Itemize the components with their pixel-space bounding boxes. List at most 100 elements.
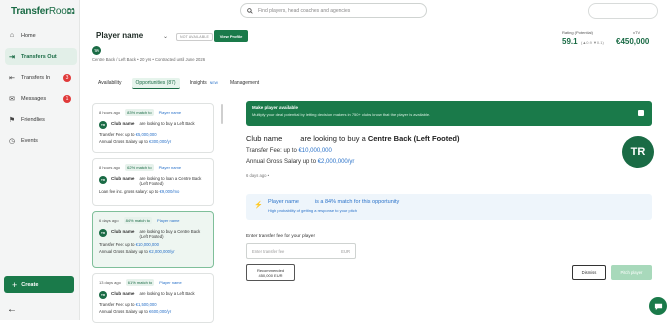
back-arrow-icon[interactable]: ← (7, 304, 17, 315)
opportunity-card[interactable]: 8 hours ago 62% match to Player name TR Clu… (92, 158, 214, 206)
banner-title: Make player available (252, 105, 299, 110)
card-line-label: Transfer Fee: up to (99, 242, 136, 247)
card-line-value: €1,500,000 (135, 302, 157, 307)
bolt-icon: ⚡ (254, 202, 263, 209)
app-logo[interactable]: TransferRoom (11, 6, 75, 17)
tab-bar: Availability Opportunities (87) Insights… (96, 77, 269, 89)
card-headline: are looking to buy a Left Back (139, 291, 195, 296)
card-line-value: €10,000,000 (135, 242, 159, 247)
transfer-fee-line: Transfer Fee: up to €10,000,000 (246, 148, 332, 154)
card-line-label: Transfer Fee: up to (99, 302, 136, 307)
recommended-value: 450,000 EUR (258, 273, 283, 278)
sidebar-item-label: Transfers In (21, 74, 51, 81)
tab-opportunities[interactable]: Opportunities (87) (131, 77, 180, 89)
messages-icon: ✉ (9, 95, 15, 103)
fee-value: €10,000,000 (298, 148, 332, 154)
club-name: Club name (111, 176, 135, 181)
player-name: Player name (96, 31, 144, 40)
match-subtext: High probability of getting a response t… (268, 208, 357, 213)
sidebar-item-label: Home (21, 32, 36, 39)
opportunity-headline: Club name are looking to buy a Centre Bac… (246, 134, 460, 143)
sidebar-item-transfers-in[interactable]: ⇤ Transfers In 3 (5, 69, 77, 86)
club-avatar: TR (99, 121, 107, 129)
headline-text: are looking to buy a (300, 134, 368, 143)
headline-position: Centre Back (Left Footed) (367, 134, 460, 143)
match-badge: 61% match to (125, 279, 155, 286)
fee-placeholder: Enter transfer fee (252, 248, 285, 254)
new-badge: NEW (209, 81, 218, 85)
card-headline: are looking to buy a Centre Back (Left F… (139, 229, 201, 239)
xtv-label: xTV (633, 30, 641, 35)
apps-grid-icon[interactable] (68, 8, 74, 14)
match-badge: 62% match to (125, 164, 154, 171)
player-link[interactable]: Player name (159, 280, 181, 285)
make-available-banner: Make player available Multiply your deal… (246, 101, 652, 126)
xtv-value: €450,000 (616, 37, 650, 46)
view-profile-button[interactable]: View Profile (214, 30, 248, 42)
salary-label: Annual Gross Salary up to (246, 159, 318, 165)
scrollbar[interactable] (221, 104, 223, 124)
make-available-checkbox[interactable] (638, 110, 644, 116)
sidebar-item-events[interactable]: ◷ Events (5, 132, 77, 149)
card-time: 6 days ago (99, 218, 119, 223)
card-line-label: Annual Gross Salary up to (99, 139, 150, 144)
match-info-box: ⚡ Player name is a 84% match for this opp… (246, 194, 652, 220)
card-time: 13 days ago (99, 280, 121, 285)
recommended-fee-button[interactable]: Recommended 450,000 EUR (246, 264, 295, 281)
transfers-out-icon: ⇥ (9, 53, 15, 61)
account-menu[interactable] (588, 3, 658, 19)
chat-icon (654, 303, 662, 310)
tab-insights[interactable]: Insights NEW (188, 78, 220, 88)
chat-button[interactable] (649, 297, 667, 315)
dismiss-button[interactable]: Dismiss (572, 265, 606, 280)
transfers-in-icon: ⇤ (9, 74, 15, 82)
player-link[interactable]: Player name (159, 165, 181, 170)
chevron-down-icon[interactable]: ⌄ (163, 33, 168, 40)
club-name: Club name (111, 121, 135, 126)
card-time: 8 hours ago (99, 110, 121, 115)
search-input[interactable]: Find players, head coaches and agencies (240, 3, 427, 18)
club-avatar-large: TR (622, 136, 654, 168)
events-icon: ◷ (8, 137, 16, 145)
sidebar-item-home[interactable]: ⌂ Home (5, 27, 77, 44)
friendlies-icon: ⚑ (8, 116, 16, 124)
tab-management[interactable]: Management (228, 78, 261, 88)
club-name: Club name (246, 134, 283, 143)
notification-badge: 1 (63, 94, 71, 103)
opportunity-card[interactable]: 13 days ago 61% match to Player name TR Clu… (92, 273, 214, 323)
fee-label: Transfer Fee: up to (246, 148, 299, 154)
player-link[interactable]: Player name (157, 218, 179, 223)
card-line-label: Loan fee inc. gross salary: up to (99, 189, 160, 194)
tab-label: Insights (189, 80, 207, 86)
sidebar-item-friendlies[interactable]: ⚑ Friendlies (5, 111, 77, 128)
card-line-value: €600,000/yr (149, 309, 172, 314)
banner-text: Multiply your deal potential by letting … (252, 112, 431, 117)
card-line-label: Annual Gross Salary up to (99, 309, 150, 314)
pitch-player-button[interactable]: Pitch player (611, 265, 652, 280)
card-line-value: €300,000/yr (149, 139, 172, 144)
club-avatar: TR (99, 291, 107, 299)
currency-label: EUR (341, 248, 350, 254)
transfer-fee-input[interactable]: Enter transfer fee EUR (246, 243, 356, 259)
opportunity-card-selected[interactable]: 6 days ago 84% match to Player name TR Club… (92, 211, 214, 268)
status-badge: NOT AVAILABLE (176, 33, 214, 41)
rating-value: 59.1 (562, 37, 578, 46)
sidebar-item-transfers-out[interactable]: ⇥ Transfers Out (5, 48, 77, 65)
opportunity-card[interactable]: 8 hours ago 83% match to Player name TR Clu… (92, 103, 214, 153)
fee-input-label: Enter transfer fee for your player (246, 234, 316, 239)
player-name: Player name (268, 199, 299, 205)
create-button[interactable]: + Create (4, 276, 74, 293)
sidebar: TransferRoom ⌂ Home ⇥ Transfers Out ⇤ Tr… (0, 0, 80, 320)
home-icon: ⌂ (9, 32, 15, 39)
sidebar-item-label: Transfers Out (21, 53, 57, 60)
notification-badge: 3 (63, 73, 71, 82)
tab-availability[interactable]: Availability (96, 78, 124, 88)
sidebar-item-label: Messages (21, 95, 47, 102)
rating-change: (▲0.9 ▼0.1) (581, 40, 604, 45)
match-badge: 84% match to (123, 217, 153, 224)
card-line-value: €2,000,000/yr (149, 249, 175, 254)
salary-line: Annual Gross Salary up to €2,000,000/yr (246, 159, 354, 165)
sidebar-item-messages[interactable]: ✉ Messages 1 (5, 90, 77, 107)
player-link[interactable]: Player name (159, 110, 181, 115)
match-badge: 83% match to (125, 109, 154, 116)
